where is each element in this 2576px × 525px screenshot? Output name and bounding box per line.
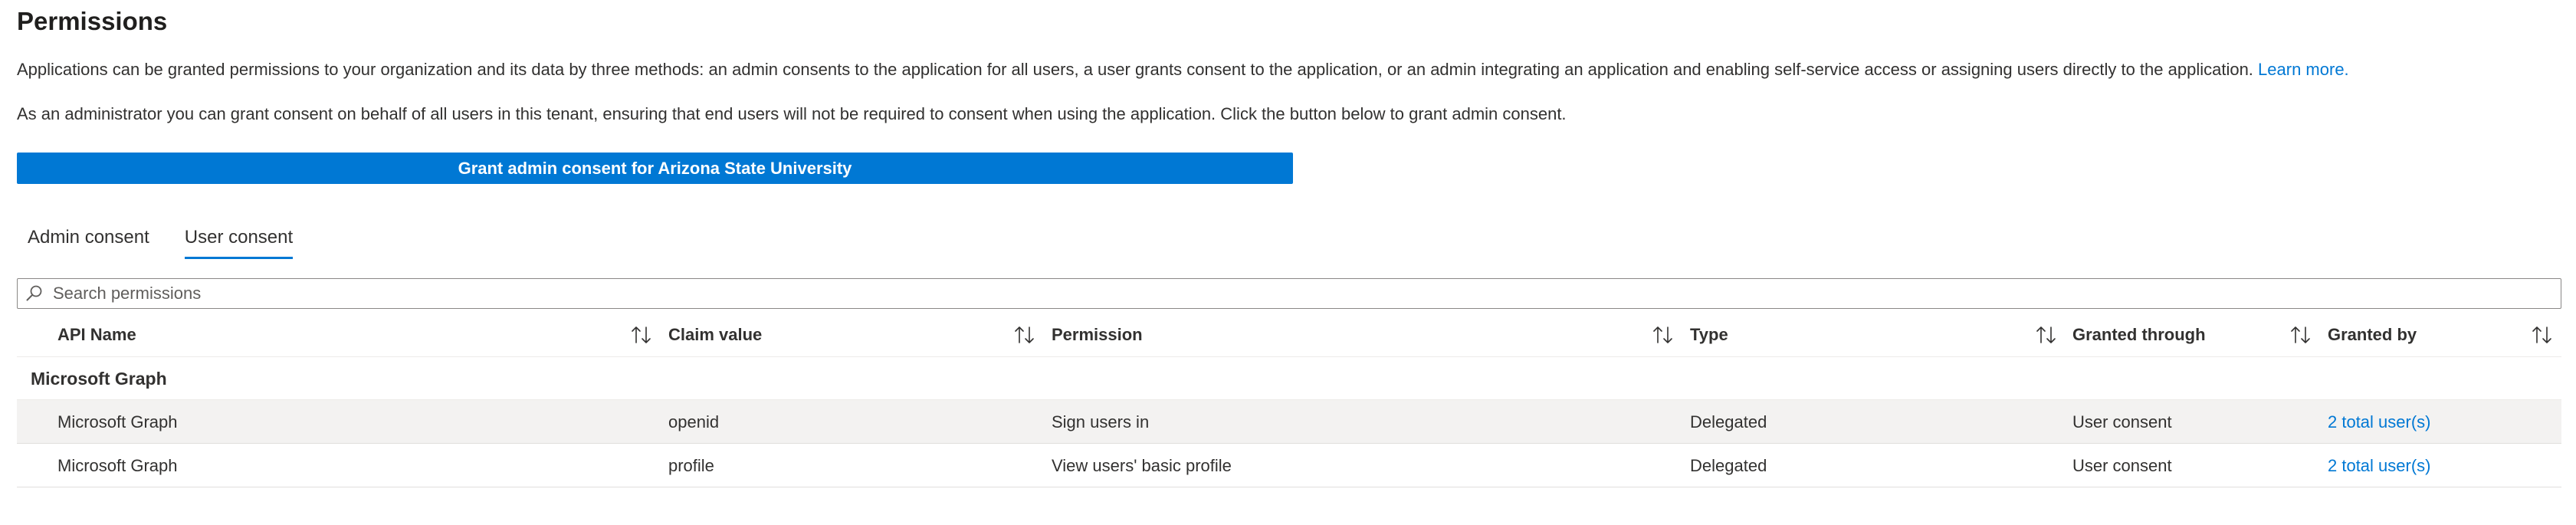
- tab-user-consent[interactable]: User consent: [174, 216, 304, 262]
- permissions-table: API Name Claim value Permission Type Gra…: [17, 313, 2561, 487]
- cell-api-name: Microsoft Graph: [57, 456, 178, 475]
- group-header-row: Microsoft Graph: [17, 357, 2561, 400]
- consent-tabs: Admin consent User consent: [17, 216, 304, 262]
- column-header-granted-by[interactable]: Granted by: [2328, 313, 2561, 357]
- table-header: API Name Claim value Permission Type Gra…: [17, 313, 2561, 357]
- column-header-label: Permission: [1052, 325, 1143, 344]
- column-header-label: API Name: [57, 325, 136, 344]
- column-header-type[interactable]: Type: [1690, 313, 2066, 357]
- column-header-api-name[interactable]: API Name: [57, 313, 661, 357]
- page-title: Permissions: [17, 7, 168, 35]
- cell-granted-through: User consent: [2072, 412, 2172, 431]
- column-header-granted-through[interactable]: Granted through: [2072, 313, 2320, 357]
- group-label: Microsoft Graph: [31, 369, 167, 389]
- cell-permission: View users' basic profile: [1052, 456, 1232, 475]
- table-row[interactable]: Microsoft Graph profile View users' basi…: [17, 444, 2561, 487]
- search-icon: [25, 278, 48, 309]
- table-row[interactable]: Microsoft Graph openid Sign users in Del…: [17, 400, 2561, 444]
- cell-permission: Sign users in: [1052, 412, 1150, 431]
- granted-by-link[interactable]: 2 total user(s): [2328, 400, 2431, 444]
- column-header-permission[interactable]: Permission: [1052, 313, 1682, 357]
- permissions-page: Permissions Applications can be granted …: [0, 0, 2576, 525]
- granted-by-link[interactable]: 2 total user(s): [2328, 444, 2431, 487]
- description-methods: Applications can be granted permissions …: [17, 58, 2349, 81]
- column-header-label: Type: [1690, 325, 1728, 344]
- cell-claim-value: profile: [668, 456, 714, 475]
- cell-granted-through: User consent: [2072, 456, 2172, 475]
- description-admin-consent: As an administrator you can grant consen…: [17, 104, 1567, 123]
- column-header-label: Claim value: [668, 325, 763, 344]
- search-input[interactable]: [48, 280, 2561, 307]
- learn-more-link[interactable]: Learn more.: [2258, 60, 2349, 79]
- column-header-label: Granted by: [2328, 325, 2417, 344]
- sort-icon: [1652, 325, 1675, 345]
- sort-icon: [1013, 325, 1036, 345]
- sort-icon: [2289, 325, 2312, 345]
- description-methods-text: Applications can be granted permissions …: [17, 60, 2253, 79]
- search-box: [17, 278, 2561, 309]
- column-header-label: Granted through: [2072, 325, 2206, 344]
- tab-admin-consent[interactable]: Admin consent: [17, 216, 160, 262]
- cell-type: Delegated: [1690, 412, 1767, 431]
- sort-icon: [2035, 325, 2058, 345]
- sort-icon: [2531, 325, 2554, 345]
- cell-api-name: Microsoft Graph: [57, 412, 178, 431]
- grant-admin-consent-button[interactable]: Grant admin consent for Arizona State Un…: [17, 153, 1293, 184]
- column-header-claim-value[interactable]: Claim value: [668, 313, 1044, 357]
- cell-claim-value: openid: [668, 412, 720, 431]
- sort-icon: [630, 325, 653, 345]
- cell-type: Delegated: [1690, 456, 1767, 475]
